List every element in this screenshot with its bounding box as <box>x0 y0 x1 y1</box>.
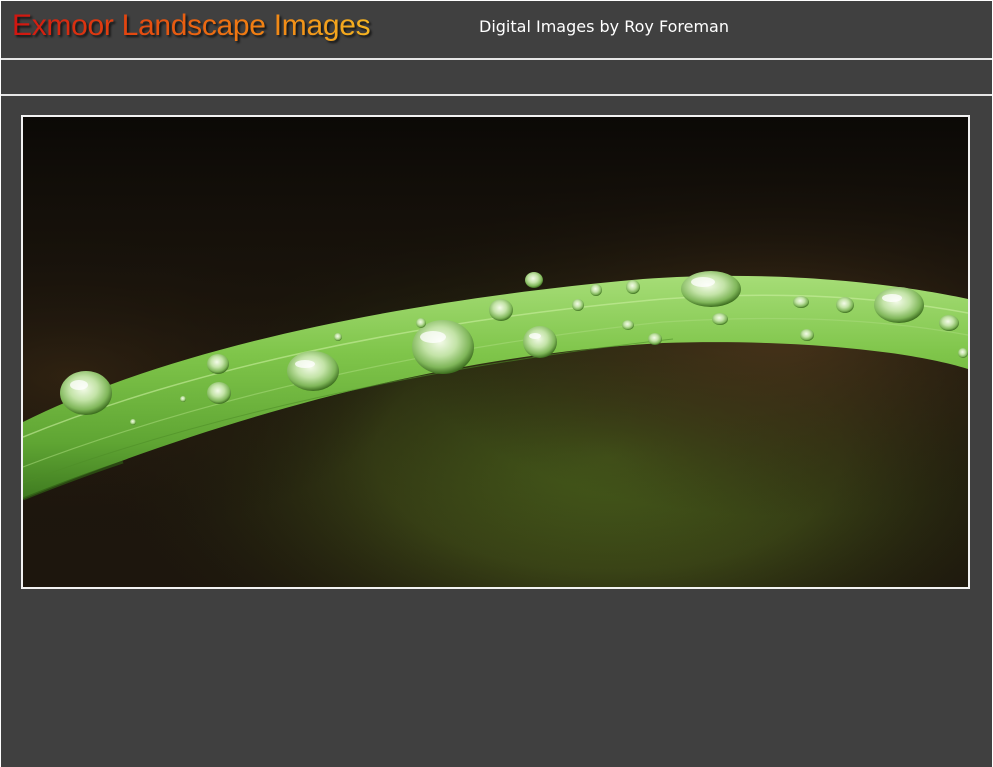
featured-photo-image <box>23 117 968 587</box>
navigation-bar <box>1 60 992 94</box>
site-header: Exmoor Landscape Images Digital Images b… <box>1 1 992 58</box>
navigation-divider <box>1 94 992 96</box>
site-title[interactable]: Exmoor Landscape Images <box>12 9 371 43</box>
site-subtitle: Digital Images by Roy Foreman <box>479 17 729 36</box>
featured-photo[interactable] <box>21 115 970 589</box>
page-frame: Exmoor Landscape Images Digital Images b… <box>1 1 992 767</box>
